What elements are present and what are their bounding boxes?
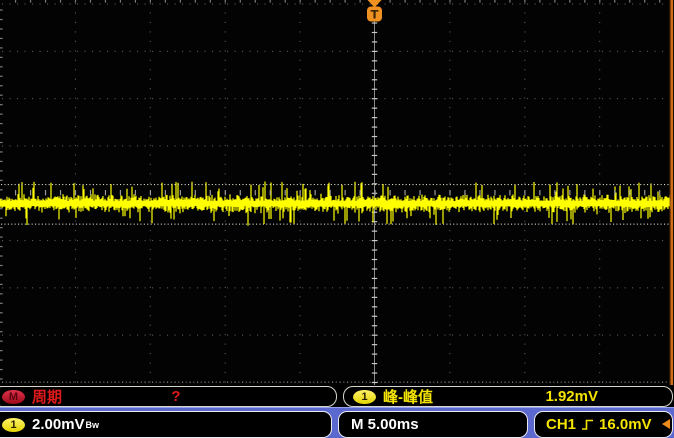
channel1-scale-readout: 1 2.00mV Bw	[0, 411, 332, 438]
bandwidth-limit-indicator: Bw	[86, 420, 100, 430]
source-badge-ch1: 1	[353, 390, 376, 404]
measurement-period-label: 周期	[32, 386, 62, 407]
left-arrow-icon	[662, 419, 670, 429]
trigger-level-value: 16.0mV	[599, 416, 652, 433]
timebase-value: M 5.00ms	[339, 416, 419, 433]
trigger-readout: CH1 16.0mV	[534, 411, 673, 438]
measurement-vpp-label: 峰-峰值	[383, 386, 433, 407]
trigger-source: CH1	[546, 416, 576, 433]
measurement-period-value: ?	[171, 388, 180, 405]
status-bar: 1 2.00mV Bw M 5.00ms CH1 16.0mV	[0, 407, 674, 438]
oscilloscope-screen: T M 周期 ? 1 峰-峰值 1.92mV 1 2.00mV Bw M 5.0…	[0, 0, 674, 438]
measurement-vpp-value: 1.92mV	[545, 388, 598, 405]
measurement-row: M 周期 ? 1 峰-峰值 1.92mV	[0, 386, 674, 407]
timebase-readout: M 5.00ms	[338, 411, 528, 438]
waveform-display: T	[0, 0, 674, 385]
svg-text:T: T	[371, 8, 379, 22]
measurement-period: M 周期 ?	[0, 386, 337, 407]
channel1-scale-value: 2.00mV	[32, 416, 85, 433]
graticule-and-trace: T	[0, 0, 674, 385]
source-badge-math: M	[2, 390, 25, 404]
channel1-badge: 1	[2, 418, 25, 432]
rising-edge-icon	[581, 418, 594, 431]
measurement-vpp: 1 峰-峰值 1.92mV	[343, 386, 673, 407]
